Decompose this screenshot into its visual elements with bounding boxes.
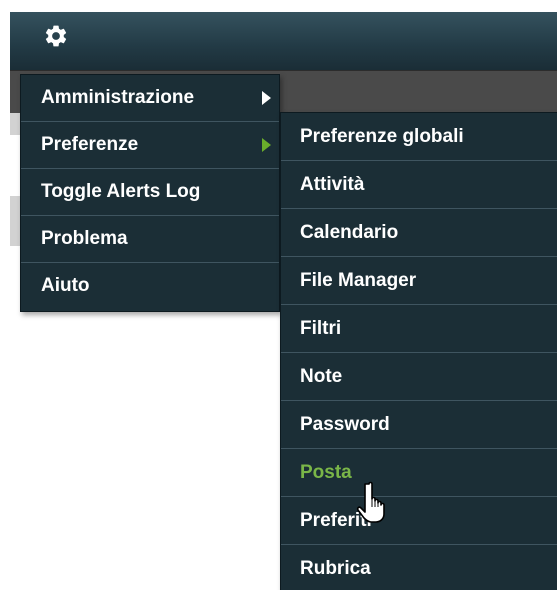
submenu-item-preferenze-globali[interactable]: Preferenze globali: [281, 113, 557, 161]
preferences-submenu: Preferenze globali Attività Calendario F…: [280, 112, 557, 590]
menu-item-label: Problema: [41, 228, 128, 249]
submenu-item-label: Rubrica: [300, 558, 371, 579]
submenu-item-password[interactable]: Password: [281, 401, 557, 449]
application-window: Amministrazione Preferenze Toggle Alerts…: [0, 0, 557, 590]
submenu-item-posta[interactable]: Posta: [281, 449, 557, 497]
top-toolbar: [10, 12, 557, 70]
menu-item-problema[interactable]: Problema: [21, 216, 279, 263]
menu-item-amministrazione[interactable]: Amministrazione: [21, 75, 279, 122]
submenu-item-filtri[interactable]: Filtri: [281, 305, 557, 353]
submenu-item-label: Attività: [300, 174, 365, 195]
submenu-item-file-manager[interactable]: File Manager: [281, 257, 557, 305]
menu-item-toggle-alerts-log[interactable]: Toggle Alerts Log: [21, 169, 279, 216]
submenu-item-label: Note: [300, 366, 343, 387]
menu-item-label: Toggle Alerts Log: [41, 181, 201, 202]
submenu-item-label: Preferiti: [300, 510, 372, 531]
gear-icon[interactable]: [43, 23, 69, 49]
submenu-item-label: Preferenze globali: [300, 126, 464, 147]
submenu-item-rubrica[interactable]: Rubrica: [281, 545, 557, 590]
submenu-item-label: Filtri: [300, 318, 342, 339]
submenu-item-label: Calendario: [300, 222, 399, 243]
submenu-arrow-icon: [262, 91, 271, 105]
submenu-item-label: Posta: [300, 462, 352, 483]
submenu-item-calendario[interactable]: Calendario: [281, 209, 557, 257]
submenu-item-attivita[interactable]: Attività: [281, 161, 557, 209]
settings-menu: Amministrazione Preferenze Toggle Alerts…: [20, 74, 280, 312]
submenu-item-label: File Manager: [300, 270, 417, 291]
submenu-item-note[interactable]: Note: [281, 353, 557, 401]
submenu-item-label: Password: [300, 414, 390, 435]
menu-item-preferenze[interactable]: Preferenze: [21, 122, 279, 169]
submenu-item-preferiti[interactable]: Preferiti: [281, 497, 557, 545]
menu-item-label: Aiuto: [41, 275, 90, 296]
menu-item-label: Preferenze: [41, 134, 139, 155]
menu-item-aiuto[interactable]: Aiuto: [21, 263, 279, 310]
submenu-arrow-icon: [262, 138, 271, 152]
menu-item-label: Amministrazione: [41, 87, 195, 108]
